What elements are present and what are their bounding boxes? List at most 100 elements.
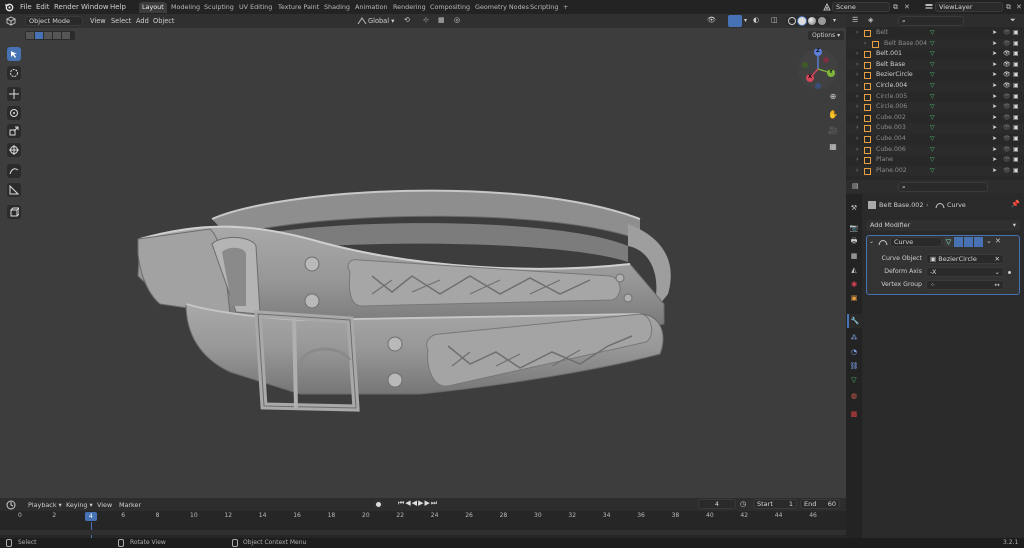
deform-axis-dropdown[interactable]: -X ⌄ <box>926 267 1004 277</box>
show-render-icon[interactable] <box>974 237 983 247</box>
visibility-eye-icon[interactable]: 👁 <box>1003 70 1011 81</box>
selectable-arrow-icon[interactable]: ➤ <box>992 81 997 92</box>
3d-viewport[interactable]: Object Mode View Select Add Object Globa… <box>0 14 846 498</box>
menu-help[interactable]: Help <box>110 2 126 12</box>
selectable-arrow-icon[interactable]: ➤ <box>992 155 997 166</box>
outliner-row[interactable]: › Circle.004 ▽ ➤ 👁 ▣ <box>846 81 1024 92</box>
expand-arrow-icon[interactable]: › <box>864 39 866 50</box>
curve-object-field[interactable]: ▣ BezierCircle ✕ <box>926 254 1004 264</box>
modifier-name-field[interactable]: Curve <box>890 237 942 247</box>
constraints-tab-icon[interactable]: ⛓ <box>848 360 860 372</box>
properties-editor[interactable]: ▤ ⌕ ⚒ 📷 🖶 ▦ ◭ ◉ ▣ 🔧 ⁂ ◔ ⛓ ▽ ◍ ▩ Belt Bas… <box>846 180 1024 538</box>
show-viewport-icon[interactable] <box>964 237 973 247</box>
world-tab-icon[interactable]: ◉ <box>848 278 860 290</box>
timeline-menu-playback[interactable]: Playback ▾ <box>28 500 62 510</box>
delete-scene-icon[interactable]: ✕ <box>904 3 910 11</box>
render-camera-icon[interactable]: ▣ <box>1013 123 1019 134</box>
physics-tab-icon[interactable]: ◔ <box>848 346 860 358</box>
outliner-editor-icon[interactable]: ☰ <box>852 16 858 24</box>
outliner-search-input[interactable]: ⌕ <box>898 16 964 26</box>
selectable-arrow-icon[interactable]: ➤ <box>992 49 997 60</box>
expand-arrow-icon[interactable]: › <box>856 60 858 71</box>
selectable-arrow-icon[interactable]: ➤ <box>992 166 997 177</box>
new-scene-icon[interactable]: ⧉ <box>893 3 898 12</box>
outliner-row[interactable]: › Cube.006 ▽ ➤ 👁 ▣ <box>846 144 1024 156</box>
outliner-row[interactable]: › Belt Base.004 ▽ ➤ 👁 ▣ <box>846 38 1024 50</box>
render-camera-icon[interactable]: ▣ <box>1013 113 1019 124</box>
timeline-editor-icon[interactable] <box>6 500 16 510</box>
menu-edit[interactable]: Edit <box>36 2 50 12</box>
particles-tab-icon[interactable]: ⁂ <box>848 332 860 344</box>
edit-mode-cage-icon[interactable]: ▽ <box>944 237 953 247</box>
expand-arrow-icon[interactable]: › <box>856 70 858 81</box>
render-camera-icon[interactable]: ▣ <box>1013 39 1019 50</box>
tab-texture-paint[interactable]: Texture Paint <box>275 2 322 13</box>
belt-model[interactable] <box>0 14 846 498</box>
visibility-eye-icon[interactable]: 👁 <box>1003 92 1011 103</box>
material-tab-icon[interactable]: ◍ <box>848 390 860 402</box>
timeline-menu-keying[interactable]: Keying ▾ <box>66 500 93 510</box>
timeline[interactable]: Playback ▾ Keying ▾ View Marker ⏮◀◀▶▶⏭ 4… <box>0 498 846 538</box>
data-tab-icon[interactable]: ▽ <box>848 374 860 386</box>
outliner-row[interactable]: › Belt ▽ ➤ 👁 ▣ <box>846 28 1024 39</box>
selectable-arrow-icon[interactable]: ➤ <box>992 102 997 113</box>
visibility-eye-icon[interactable]: 👁 <box>1003 113 1011 124</box>
blender-logo-icon[interactable] <box>4 2 14 12</box>
visibility-eye-icon[interactable]: 👁 <box>1003 28 1011 39</box>
expand-arrow-icon[interactable]: › <box>856 113 858 124</box>
expand-arrow-icon[interactable]: › <box>856 155 858 166</box>
start-frame-field[interactable]: Start 1 <box>753 499 797 509</box>
end-frame-field[interactable]: End 60 <box>800 499 840 509</box>
render-camera-icon[interactable]: ▣ <box>1013 145 1019 156</box>
new-view-layer-icon[interactable]: ⧉ <box>1006 3 1011 12</box>
visibility-eye-icon[interactable]: 👁 <box>1003 49 1011 60</box>
scene-icon[interactable] <box>822 2 832 12</box>
render-camera-icon[interactable]: ▣ <box>1013 134 1019 145</box>
outliner-row[interactable]: › Circle.006 ▽ ➤ 👁 ▣ <box>846 102 1024 113</box>
tab-layout[interactable]: Layout <box>139 2 167 13</box>
tab-uv-editing[interactable]: UV Editing <box>236 2 275 13</box>
modifier-tab-icon[interactable]: 🔧 <box>849 315 861 327</box>
selectable-arrow-icon[interactable]: ➤ <box>992 70 997 81</box>
visibility-eye-icon[interactable]: 👁 <box>1003 134 1011 145</box>
pin-icon[interactable]: 📌 <box>1011 200 1020 208</box>
vertex-group-field[interactable]: ⁘ ↔ <box>926 280 1004 290</box>
animate-property-dot[interactable] <box>1008 271 1011 274</box>
modifier-menu-icon[interactable]: ⌄ <box>986 237 992 245</box>
render-camera-icon[interactable]: ▣ <box>1013 70 1019 81</box>
menu-file[interactable]: File <box>20 2 32 12</box>
expand-arrow-icon[interactable]: › <box>856 145 858 156</box>
render-camera-icon[interactable]: ▣ <box>1013 102 1019 113</box>
timeline-scrollbar[interactable] <box>0 530 846 535</box>
render-camera-icon[interactable]: ▣ <box>1013 49 1019 60</box>
frame-ruler[interactable]: 0246810121416182022242628303234363840424… <box>0 512 846 524</box>
menu-render[interactable]: Render <box>54 2 79 12</box>
expand-arrow-icon[interactable]: › <box>856 166 858 177</box>
outliner-row[interactable]: › Cube.004 ▽ ➤ 👁 ▣ <box>846 134 1024 145</box>
clock-icon[interactable]: ◷ <box>740 500 746 508</box>
add-workspace-button[interactable]: + <box>560 2 571 13</box>
delete-view-layer-icon[interactable]: ✕ <box>1016 3 1022 11</box>
tab-scripting[interactable]: Scripting <box>527 2 561 13</box>
outliner-row[interactable]: › Cube.002 ▽ ➤ 👁 ▣ <box>846 113 1024 124</box>
outliner-row[interactable]: › BezierCircle ▽ ➤ 👁 ▣ <box>846 70 1024 81</box>
show-in-editmode-icon[interactable] <box>954 237 963 247</box>
properties-search-input[interactable]: ⌕ <box>898 182 988 192</box>
texture-tab-icon[interactable]: ▩ <box>848 408 860 420</box>
scene-tab-icon[interactable]: ◭ <box>848 264 860 276</box>
current-frame-field[interactable]: 4 <box>698 499 736 509</box>
selectable-arrow-icon[interactable]: ➤ <box>992 145 997 156</box>
tool-tab-icon[interactable]: ⚒ <box>848 202 860 214</box>
render-camera-icon[interactable]: ▣ <box>1013 60 1019 71</box>
menu-window[interactable]: Window <box>81 2 109 12</box>
visibility-eye-icon[interactable]: 👁 <box>1003 145 1011 156</box>
render-camera-icon[interactable]: ▣ <box>1013 155 1019 166</box>
clear-curve-object-icon[interactable]: ✕ <box>995 255 1000 263</box>
render-camera-icon[interactable]: ▣ <box>1013 166 1019 177</box>
timeline-menu-marker[interactable]: Marker <box>119 500 141 510</box>
tab-shading[interactable]: Shading <box>321 2 353 13</box>
playback-controls[interactable]: ⏮◀◀▶▶⏭ <box>398 499 438 508</box>
visibility-eye-icon[interactable]: 👁 <box>1003 81 1011 92</box>
add-modifier-button[interactable]: Add Modifier ▾ <box>866 220 1020 231</box>
outliner-filter-icon[interactable]: ⏷ <box>1010 16 1016 25</box>
